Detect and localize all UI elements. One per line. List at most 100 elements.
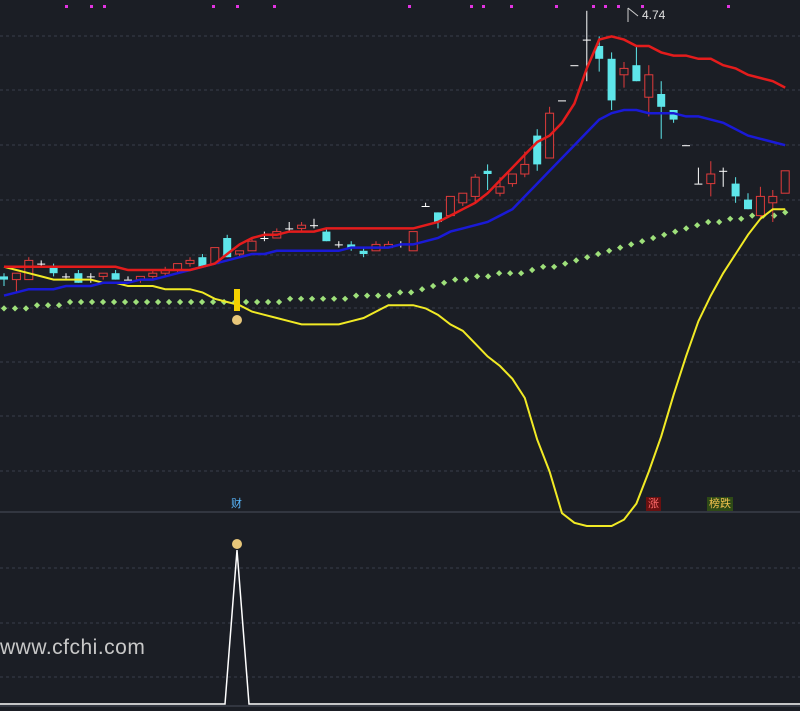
magenta-dot (236, 5, 239, 8)
green-dot (396, 289, 404, 296)
green-dot (738, 215, 745, 222)
candle (570, 65, 579, 67)
candle-body (111, 273, 120, 280)
candle-body (507, 173, 517, 185)
green-dot (66, 298, 74, 306)
green-dot (341, 295, 349, 302)
green-dot (683, 225, 690, 232)
candle (445, 195, 455, 217)
green-dot (110, 298, 118, 306)
candlestick-series (0, 10, 790, 293)
candle-body (359, 250, 368, 254)
green-dot (242, 298, 250, 306)
magenta-dot (555, 5, 558, 8)
candle-body (694, 183, 703, 185)
green-dot (352, 292, 360, 299)
candle-body (470, 176, 480, 197)
candle-body (235, 250, 245, 255)
candle (719, 167, 728, 187)
candle-body (768, 195, 778, 204)
green-dot (606, 247, 613, 254)
green-dot (551, 263, 558, 270)
green-dot (319, 295, 327, 302)
candle (359, 247, 368, 258)
magenta-dot (90, 5, 93, 8)
green-dot (88, 298, 96, 306)
candle (694, 167, 703, 185)
magenta-dot (617, 5, 620, 8)
magenta-dot (727, 5, 730, 8)
green-dot (672, 228, 679, 235)
green-dot (595, 250, 602, 258)
candle-body (37, 263, 46, 265)
magenta-dot (103, 5, 106, 8)
magenta-dot (212, 5, 215, 8)
candle-body (755, 195, 765, 217)
zhang-marker: 涨 (646, 497, 661, 511)
signal-bar (234, 289, 240, 311)
candle-body (297, 224, 307, 229)
green-dot (143, 298, 151, 306)
green-dot (176, 298, 184, 306)
green-dot (121, 298, 129, 306)
candle-body (310, 225, 318, 227)
green-dot (452, 276, 459, 283)
magenta-dot (65, 5, 68, 8)
candle-body (421, 206, 430, 207)
green-dot (154, 298, 162, 306)
money-bag-icon-lower (232, 539, 242, 549)
green-dot (363, 292, 371, 299)
candle-body (619, 67, 629, 76)
green-dot (187, 298, 195, 306)
green-dot (573, 257, 580, 264)
candle (533, 129, 542, 171)
green-dot (308, 295, 316, 302)
green-dot (418, 286, 426, 293)
candle-body (247, 240, 257, 252)
green-dot (253, 298, 261, 306)
watermark: www.cfchi.com (0, 636, 146, 659)
green-dot (628, 241, 635, 248)
candle (49, 263, 58, 277)
green-dot (507, 270, 514, 277)
candle (408, 231, 418, 252)
candle-body (644, 74, 654, 98)
magenta-dot (482, 5, 485, 8)
candle (111, 270, 120, 280)
green-dot (540, 263, 547, 270)
green-dot (33, 302, 41, 309)
candle (310, 218, 318, 229)
candle-body (780, 170, 790, 194)
green-dot (661, 231, 668, 238)
candle (24, 257, 34, 281)
green-dot (463, 276, 470, 283)
candle (0, 273, 8, 286)
magenta-dot (408, 5, 411, 8)
red-line-series (4, 35, 786, 272)
candle-body (74, 273, 83, 283)
green-dot (562, 260, 569, 267)
candle-body (632, 65, 641, 82)
candle (297, 222, 307, 232)
candle (682, 145, 690, 147)
green-dot (474, 273, 481, 280)
green-dot (650, 234, 657, 242)
green-dot (286, 295, 294, 302)
green-dot (22, 305, 30, 312)
green-dot (407, 289, 415, 296)
candle (74, 270, 83, 283)
candle (669, 110, 678, 123)
candle-body (582, 39, 591, 41)
green-dot (705, 218, 712, 226)
candle-body (744, 199, 752, 210)
green-dot (99, 298, 107, 306)
yellow-line-series (3, 208, 786, 527)
candle (780, 170, 790, 194)
green-dot (441, 279, 448, 286)
candle-body (408, 231, 418, 252)
candle-body (124, 279, 132, 281)
green-dot (639, 238, 646, 245)
candle-body (62, 276, 70, 278)
peak-label: 4.74 (642, 8, 666, 22)
green-dot (165, 298, 173, 306)
